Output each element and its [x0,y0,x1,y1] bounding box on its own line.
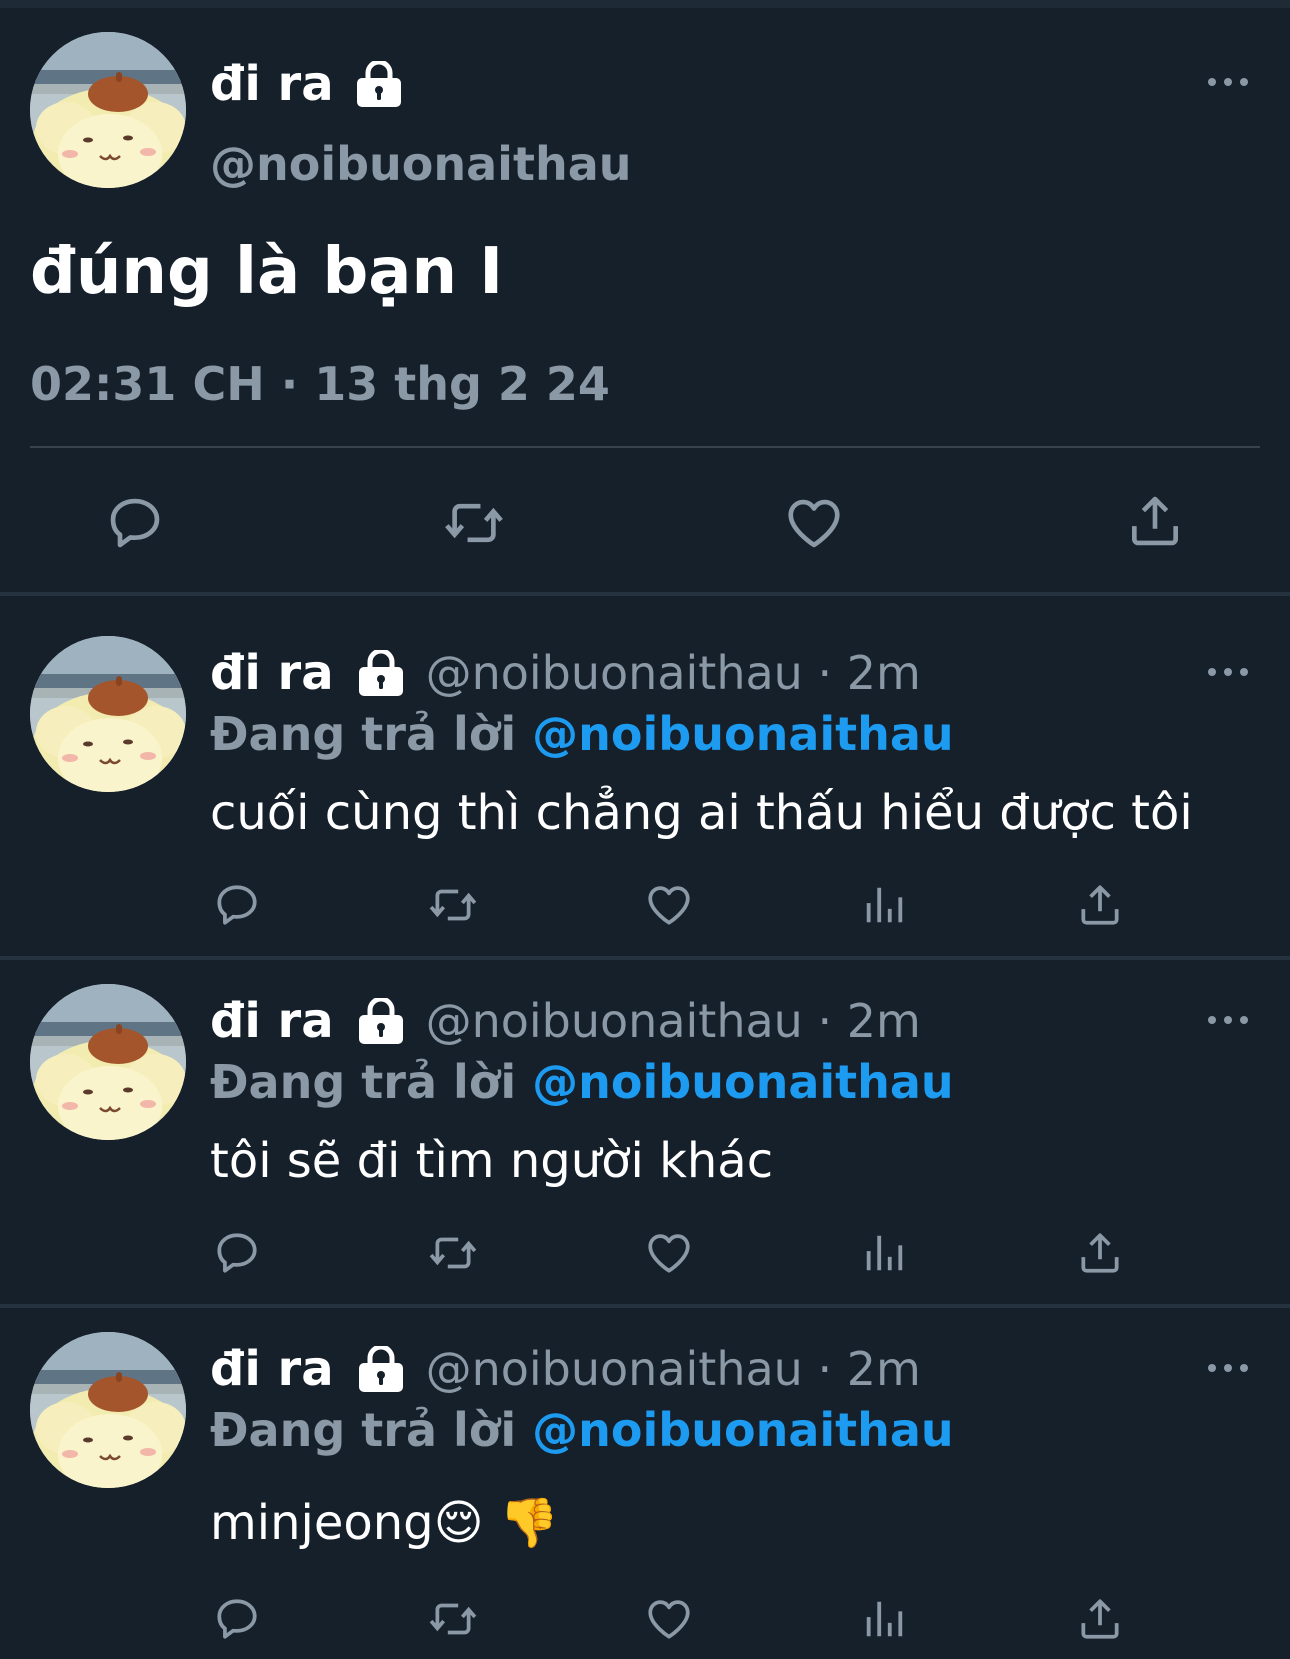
reply-icon[interactable] [104,492,166,554]
reply-icon[interactable] [212,1594,262,1644]
like-icon[interactable] [783,492,845,554]
views-icon[interactable] [861,1594,907,1644]
tweet-text: minjeong😌 👎 [210,1495,559,1551]
reply-icon[interactable] [212,1228,262,1278]
replying-to-label: Đang trả lời [210,707,533,761]
divider [0,956,1290,960]
lock-icon [356,998,406,1044]
handle-and-time[interactable]: @noibuonaithau · 2m [426,994,921,1048]
tweet-text: tôi sẽ đi tìm người khác [210,1133,774,1189]
more-options-icon[interactable] [1208,76,1248,88]
action-bar [0,1228,1290,1288]
display-name[interactable]: đi ra [210,54,334,114]
avatar[interactable] [30,1332,186,1488]
lock-icon [356,1346,406,1392]
replying-to-label: Đang trả lời [210,1055,533,1109]
avatar[interactable] [30,32,186,188]
display-name[interactable]: đi ra [210,993,334,1049]
reply-icon[interactable] [212,880,262,930]
tweet-text: đúng là bạn I [30,235,504,309]
more-options-icon[interactable] [1208,666,1248,678]
reply-header: đi ra @noibuonaithau · 2m [210,986,921,1056]
more-options-icon[interactable] [1208,1014,1248,1026]
divider [0,592,1290,596]
replying-to: Đang trả lời @noibuonaithau [210,1052,954,1112]
like-icon[interactable] [644,1594,694,1644]
display-name[interactable]: đi ra [210,645,334,701]
main-tweet: đi ra @noibuonaithau đúng là bạn I 02:31… [0,8,1290,592]
reply-tweet[interactable]: đi ra @noibuonaithau · 2m Đang trả lời @… [0,632,1290,956]
views-icon[interactable] [861,880,907,930]
replying-to-label: Đang trả lời [210,1403,533,1457]
share-icon[interactable] [1124,490,1186,552]
retweet-icon[interactable] [426,1228,480,1278]
more-options-icon[interactable] [1208,1362,1248,1374]
handle[interactable]: @noibuonaithau [210,136,631,192]
reply-header: đi ra @noibuonaithau · 2m [210,638,921,708]
retweet-icon[interactable] [442,492,506,554]
share-icon[interactable] [1075,1594,1125,1644]
divider [0,1304,1290,1308]
tweet-text: cuối cùng thì chẳng ai thấu hiểu được tô… [210,785,1193,841]
like-icon[interactable] [644,880,694,930]
handle-and-time[interactable]: @noibuonaithau · 2m [426,1342,921,1396]
reply-tweet[interactable]: đi ra @noibuonaithau · 2m Đang trả lời @… [0,1328,1290,1659]
lock-icon [356,650,406,696]
reply-header: đi ra @noibuonaithau · 2m [210,1334,921,1404]
action-bar [0,1594,1290,1654]
retweet-icon[interactable] [426,1594,480,1644]
avatar[interactable] [30,636,186,792]
top-edge-divider [0,0,1290,8]
share-icon[interactable] [1075,880,1125,930]
retweet-icon[interactable] [426,880,480,930]
lock-icon [354,61,404,107]
views-icon[interactable] [861,1228,907,1278]
timestamp[interactable]: 02:31 CH · 13 thg 2 24 [30,356,610,412]
avatar[interactable] [30,984,186,1140]
replying-to: Đang trả lời @noibuonaithau [210,1400,954,1460]
reply-tweet[interactable]: đi ra @noibuonaithau · 2m Đang trả lời @… [0,980,1290,1304]
action-bar [0,880,1290,940]
display-name-row: đi ra [210,54,404,114]
display-name[interactable]: đi ra [210,1341,334,1397]
replying-to-mention[interactable]: @noibuonaithau [532,707,953,761]
divider [30,446,1260,448]
replying-to: Đang trả lời @noibuonaithau [210,704,954,764]
like-icon[interactable] [644,1228,694,1278]
share-icon[interactable] [1075,1228,1125,1278]
replying-to-mention[interactable]: @noibuonaithau [532,1403,953,1457]
handle-and-time[interactable]: @noibuonaithau · 2m [426,646,921,700]
replying-to-mention[interactable]: @noibuonaithau [532,1055,953,1109]
